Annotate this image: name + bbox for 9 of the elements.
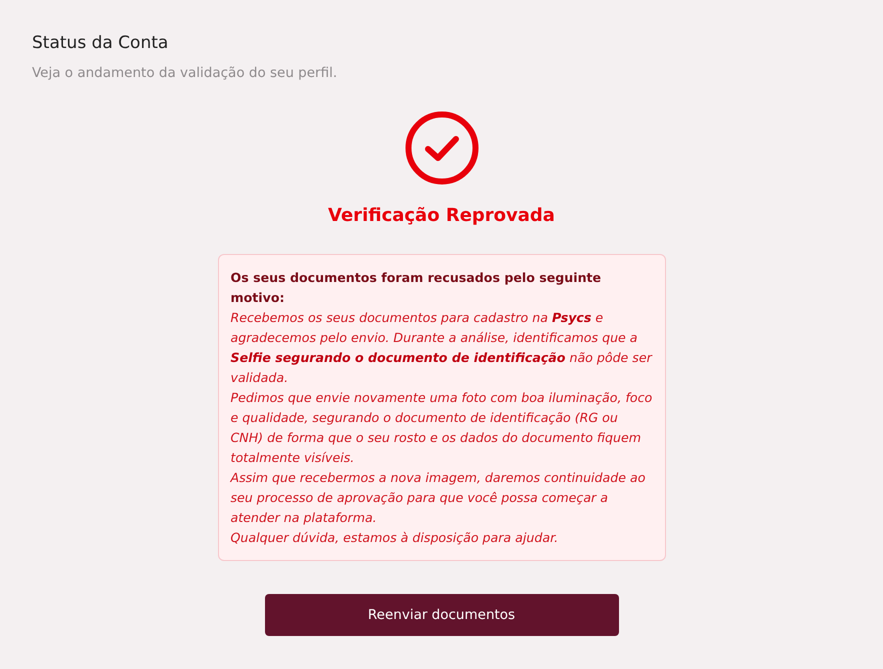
- page-subtitle: Veja o andamento da validação do seu perfil.: [32, 64, 338, 84]
- resend-button[interactable]: Reenviar documentos: [264, 594, 618, 636]
- reason-text: Recebemos os seus documentos para cadastro na Psycs e agradecemos pelo envio. Durante a análise, identificamos que a Selfie segurando o documento de identificação não pôde ser validada.: [230, 308, 652, 387]
- status-label: Verificação Reprovada: [328, 204, 555, 228]
- reason-text: Pedimos que envie novamente uma foto com boa iluminação, foco e qualidade, segurando o documento de identificação (RG ou CNH) de forma que o seu rosto e os dados do documento fiquem totalmente visíveis.: [230, 388, 652, 467]
- reason-text: Qualquer dúvida, estamos à disposição para ajudar.: [230, 528, 560, 547]
- page-title: Status da Conta: [32, 33, 170, 54]
- reason-text: Assim que recebermos a nova imagem, daremos continuidade ao seu processo de aprovação para que você possa começar a atender na plataforma.: [230, 468, 646, 527]
- reason-heading: Os seus documentos foram recusados pelo seguinte motivo:: [230, 268, 602, 307]
